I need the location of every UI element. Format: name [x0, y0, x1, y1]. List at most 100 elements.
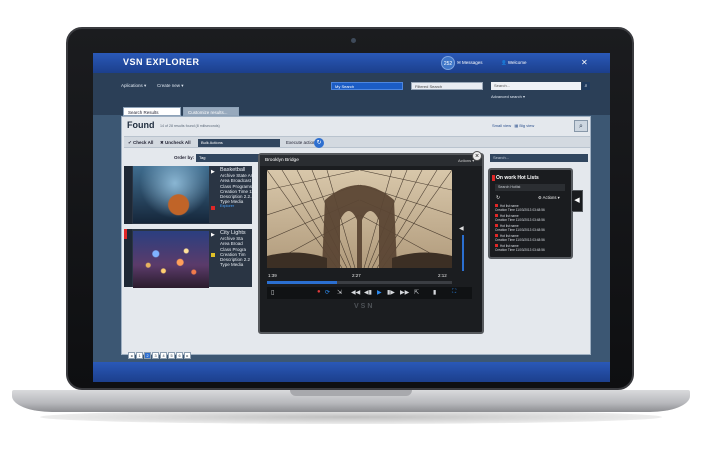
tab-customize-results[interactable]: Customize results... — [183, 107, 239, 116]
time-total: 2:12 — [438, 273, 447, 278]
page-4[interactable]: 4 — [160, 352, 167, 359]
hot-list-item[interactable]: Hot list name Creation Time 11/03/2013 03… — [495, 204, 569, 212]
page-2[interactable]: 2 — [144, 352, 151, 359]
uncheck-all-button[interactable]: ✖ Uncheck All — [160, 140, 191, 146]
media-card[interactable]: ▶ Basketball Archive State Arc Area Broa… — [124, 166, 258, 224]
fullscreen-icon[interactable]: ⛶ — [452, 289, 456, 296]
hot-list-flag — [492, 175, 495, 181]
refresh-icon[interactable]: ↻ — [496, 195, 500, 201]
hot-lists-panel: On work Hot Lists Search Hotlist ↻ ⚙ Act… — [488, 168, 573, 259]
menu-create-new[interactable]: Create new ▾ — [157, 83, 184, 89]
welcome-link[interactable]: 👤 Welcome — [501, 60, 527, 66]
hot-actions-menu[interactable]: ⚙ Actions ▾ — [538, 195, 560, 200]
rewind-icon[interactable]: ◀◀ — [351, 289, 360, 296]
hot-item-time: Creation Time 11/03/2013 03:48:56 — [495, 208, 545, 212]
filtered-search-select[interactable]: Filtered Search — [411, 82, 483, 90]
order-by-select[interactable]: Tag — [196, 154, 260, 162]
webcam — [351, 38, 356, 43]
small-view-link[interactable]: Small view — [492, 123, 511, 128]
player-header: Brooklyn Bridge Actions ▾ — [260, 155, 482, 166]
laptop-notch — [290, 390, 412, 396]
results-toolbar: ✔ Check All ✖ Uncheck All Bulk Actions E… — [124, 136, 590, 148]
play-icon[interactable]: ▶ — [377, 289, 382, 296]
hot-item-marker — [495, 244, 498, 247]
seek-bar[interactable] — [267, 281, 452, 284]
hot-lists-title: On work Hot Lists — [496, 175, 539, 181]
laptop-shadow — [40, 410, 662, 424]
mark-out-icon[interactable]: ⇱ — [414, 289, 419, 296]
close-icon[interactable]: × — [472, 151, 482, 161]
hot-list-item[interactable]: Hot list name Creation Time 11/03/2013 03… — [495, 234, 569, 242]
my-search-select[interactable]: My Search — [331, 82, 403, 90]
page-3[interactable]: 3 — [152, 352, 159, 359]
page-next[interactable]: ▸ — [184, 352, 191, 359]
basketball-thumbnail[interactable] — [133, 166, 209, 223]
bridge-image — [267, 170, 452, 268]
hot-item-marker — [495, 224, 498, 227]
page-prev[interactable]: ◂ — [128, 352, 135, 359]
results-search-input[interactable]: Search... — [490, 154, 588, 162]
media-card[interactable]: ▶ City Lights Archive Sta Area Broad Cla… — [124, 229, 252, 288]
volume-bar[interactable] — [462, 235, 464, 271]
advanced-search-link[interactable]: Advanced search ▾ — [491, 94, 525, 99]
messages-label: Messages — [462, 60, 483, 65]
hot-list-search-input[interactable]: Search Hotlist — [495, 184, 565, 191]
fast-forward-icon[interactable]: ▶▶ — [400, 289, 409, 296]
seek-progress — [267, 281, 338, 284]
frame-icon[interactable]: ▯ — [271, 289, 274, 296]
hot-item-marker — [495, 214, 498, 217]
view-switch: Small view ▦ Big view — [492, 123, 535, 128]
hot-list-item[interactable]: Hot list name Creation Time 11/03/2013 03… — [495, 214, 569, 222]
page-6[interactable]: 6 — [176, 352, 183, 359]
video-player: Brooklyn Bridge Actions ▾ × ◀ 1:39 2:27 … — [258, 151, 484, 334]
play-icon[interactable]: ▶ — [211, 232, 215, 238]
big-view-link[interactable]: Big view — [519, 123, 534, 128]
record-icon[interactable]: ● — [317, 289, 321, 295]
check-all-button[interactable]: ✔ Check All — [128, 140, 153, 146]
notification-counter[interactable]: 252 — [441, 56, 455, 70]
card-tag[interactable]: Explorer — [220, 204, 258, 209]
results-count: 14 of 28 results found (8 miliseconds) — [160, 124, 220, 128]
collapse-arrow-icon[interactable]: ◀ — [571, 190, 583, 212]
hot-item-time: Creation Time 11/03/2013 03:48:56 — [495, 218, 545, 222]
bulk-actions-select[interactable]: Bulk Actions — [198, 139, 280, 147]
mark-in-icon[interactable]: ⇲ — [337, 289, 342, 296]
card-sidebar — [124, 166, 132, 224]
page-1[interactable]: 1 — [136, 352, 143, 359]
laptop-scene: VSN EXPLORER 252 ✉ Messages 👤 Welcome ✕ … — [0, 0, 702, 456]
flag-icon — [124, 229, 127, 239]
tools-icon[interactable]: ✕ — [581, 58, 588, 67]
execute-icon[interactable]: ↻ — [314, 138, 324, 148]
player-actions-menu[interactable]: Actions ▾ — [458, 158, 474, 163]
messages-link[interactable]: ✉ Messages — [457, 60, 483, 66]
menu-applications[interactable]: Aplications ▾ — [121, 83, 146, 89]
step-forward-icon[interactable]: ▮▶ — [387, 289, 395, 296]
footer-bar — [93, 362, 610, 382]
time-marker: 2:27 — [352, 273, 361, 278]
screen: VSN EXPLORER 252 ✉ Messages 👤 Welcome ✕ … — [93, 53, 610, 382]
volume-icon[interactable]: ◀ — [459, 225, 464, 232]
player-controls: ▯ ● ⟳ ⇲ ◀◀ ◀▮ ▶ ▮▶ ▶▶ ⇱ ▮ ⛶ — [267, 287, 472, 299]
step-back-icon[interactable]: ◀▮ — [364, 289, 372, 296]
top-bar: VSN EXPLORER 252 ✉ Messages 👤 Welcome ✕ — [93, 53, 610, 73]
video-frame[interactable] — [267, 170, 452, 268]
bookmark-icon[interactable]: ▮ — [433, 289, 436, 296]
status-icon — [211, 206, 215, 210]
app-logo[interactable]: VSN EXPLORER — [123, 57, 200, 67]
city-lights-thumbnail[interactable] — [133, 231, 209, 288]
camera-icon[interactable]: ⌕ — [574, 120, 588, 132]
volume-control[interactable]: ◀ — [456, 225, 470, 275]
card-metadata: Basketball Archive State Arc Area Broadc… — [220, 167, 258, 210]
hot-item-marker — [495, 204, 498, 207]
page-5[interactable]: 5 — [168, 352, 175, 359]
search-input[interactable]: Search... — [491, 82, 581, 90]
status-icon — [211, 253, 215, 257]
search-icon[interactable]: ⌕ — [582, 82, 590, 90]
hot-list-item[interactable]: Hot list name Creation Time 11/03/2013 03… — [495, 224, 569, 232]
hot-list-item[interactable]: Hot list name Creation Time 11/03/2013 03… — [495, 244, 569, 252]
tab-search-results[interactable]: Search Results — [123, 107, 181, 116]
play-icon[interactable]: ▶ — [211, 169, 215, 175]
pagination: ◂ 1 2 3 4 5 6 ▸ — [128, 344, 192, 359]
vsn-watermark: VSN — [354, 303, 375, 310]
loop-icon[interactable]: ⟳ — [325, 289, 330, 296]
